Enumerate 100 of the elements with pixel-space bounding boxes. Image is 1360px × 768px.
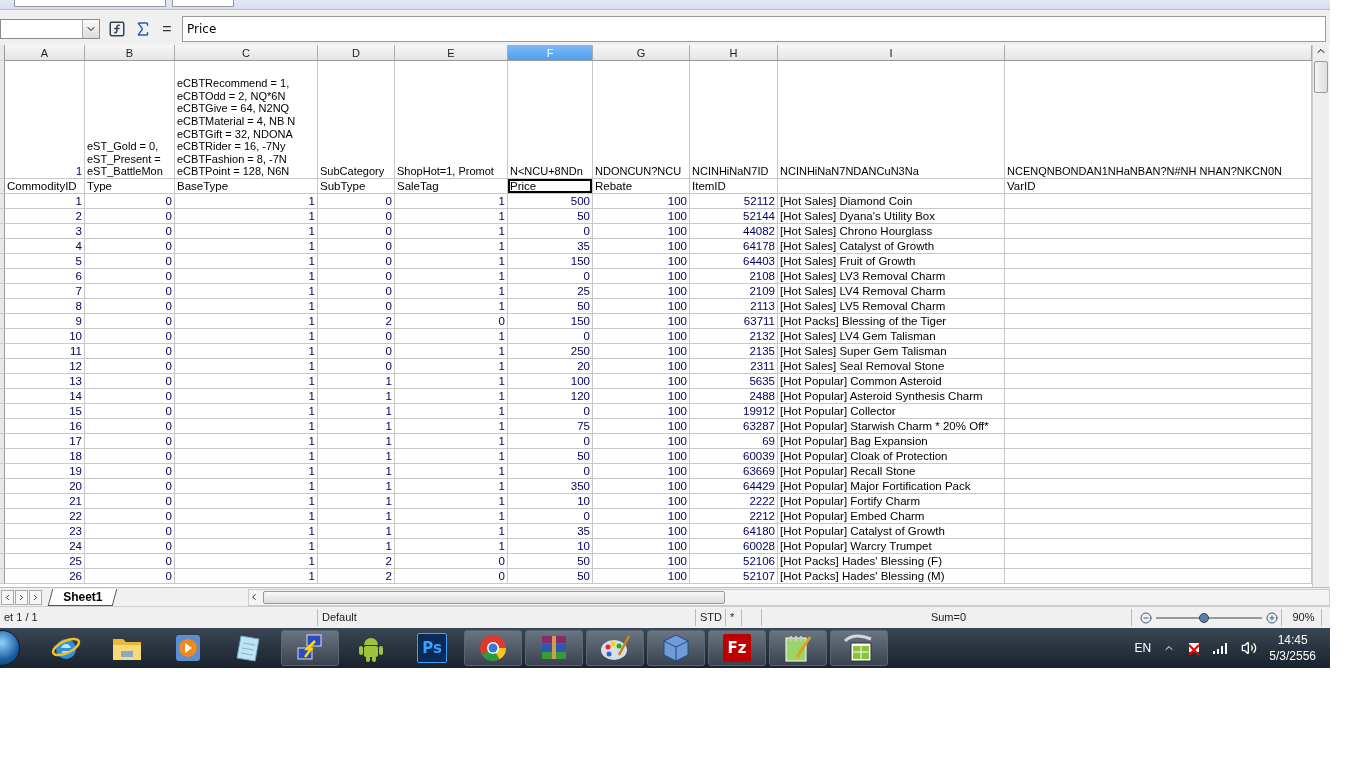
row-header[interactable] [0, 494, 5, 509]
table-cell: 1 [395, 434, 508, 449]
row-header[interactable] [0, 569, 5, 584]
row-header[interactable] [0, 224, 5, 239]
row-header[interactable] [0, 464, 5, 479]
row-header[interactable] [0, 344, 5, 359]
taskbar-button[interactable] [464, 630, 522, 666]
row-header[interactable] [0, 539, 5, 554]
table-cell: 1 [5, 61, 85, 179]
zoom-slider-thumb[interactable] [1199, 612, 1210, 623]
table-cell: 100 [593, 524, 690, 539]
table-cell: 75 [508, 419, 593, 434]
row-header[interactable] [0, 524, 5, 539]
row-header[interactable] [0, 61, 5, 179]
table-cell: [Hot Sales] LV3 Removal Charm [778, 269, 1005, 284]
table-cell: 100 [593, 419, 690, 434]
name-box[interactable] [0, 19, 100, 39]
table-cell: 15 [5, 404, 85, 419]
table-cell: 1 [175, 359, 318, 374]
row-header[interactable] [0, 434, 5, 449]
taskbar-button[interactable] [586, 630, 644, 666]
table-cell: 0 [318, 239, 395, 254]
first-sheet-button[interactable] [1, 589, 14, 605]
column-header[interactable]: I [778, 45, 1005, 61]
taskbar-button[interactable]: Ps [403, 630, 461, 666]
row-header[interactable] [0, 179, 5, 194]
toolbar-field[interactable] [14, 0, 166, 7]
equals-sign[interactable]: = [160, 20, 174, 38]
table-cell: 25 [5, 554, 85, 569]
column-header[interactable]: D [318, 45, 395, 61]
table-cell: [Hot Sales] LV5 Removal Charm [778, 299, 1005, 314]
column-header[interactable]: E [395, 45, 508, 61]
plug-icon[interactable] [1187, 640, 1202, 656]
row-header[interactable] [0, 269, 5, 284]
previous-sheet-button[interactable] [15, 589, 28, 605]
table-cell: eCBTRecommend = 1, eCBTOdd = 2, NQ*6N eCBTGive = 64, N2NQ eCBTMaterial = 4, NB N eCBTGift = 32, NDONA eCBTRider = 16, -7Ny eCBTFashion = 8, -7N eCBTPoint = 128, N6N [175, 61, 318, 179]
clock[interactable]: 14:45 5/3/2556 [1269, 632, 1316, 664]
table-cell: 0 [508, 269, 593, 284]
table-cell: 1 [175, 404, 318, 419]
row-header[interactable] [0, 329, 5, 344]
column-header[interactable]: H [690, 45, 778, 61]
corner-cell[interactable] [0, 45, 5, 61]
row-header[interactable] [0, 359, 5, 374]
table-cell: 1 [395, 254, 508, 269]
language-indicator[interactable]: EN [1134, 641, 1152, 655]
row-header[interactable] [0, 209, 5, 224]
row-header[interactable] [0, 284, 5, 299]
column-header[interactable]: G [593, 45, 690, 61]
table-cell: 16 [5, 419, 85, 434]
taskbar-button[interactable] [281, 630, 339, 666]
table-cell: 0 [85, 374, 175, 389]
row-header[interactable] [0, 404, 5, 419]
row-header[interactable] [0, 509, 5, 524]
zoom-in-icon[interactable] [1265, 611, 1278, 624]
table-cell: 1 [395, 329, 508, 344]
table-cell: [Hot Popular] Fortify Charm [778, 494, 1005, 509]
last-sheet-button[interactable] [29, 589, 42, 605]
table-cell: 1 [395, 419, 508, 434]
table-cell: 500 [508, 194, 593, 209]
row-header[interactable] [0, 239, 5, 254]
row-header[interactable] [0, 194, 5, 209]
table-cell: 64180 [690, 524, 778, 539]
row-header[interactable] [0, 374, 5, 389]
dropdown-button[interactable] [82, 20, 99, 38]
scrollbar-thumb[interactable] [1314, 61, 1328, 93]
table-cell: 0 [508, 464, 593, 479]
table-cell: 1 [395, 284, 508, 299]
table-cell: 0 [508, 224, 593, 239]
row-header[interactable] [0, 419, 5, 434]
function-wizard-icon[interactable] [108, 20, 126, 38]
column-header[interactable] [1005, 45, 1312, 61]
column-header[interactable]: A [5, 45, 85, 61]
taskbar-button[interactable]: Fz [708, 630, 766, 666]
row-header[interactable] [0, 389, 5, 404]
row-header[interactable] [0, 314, 5, 329]
volume-icon[interactable] [1241, 640, 1258, 656]
table-cell: 1 [395, 539, 508, 554]
formula-input[interactable]: Price [182, 16, 1326, 42]
sheet-tab[interactable]: Sheet1 [47, 588, 118, 606]
table-cell: 0 [85, 344, 175, 359]
table-cell: NDONCUN?NCU [593, 61, 690, 179]
signal-icon[interactable] [1213, 642, 1230, 654]
toolbar-field[interactable] [172, 0, 234, 7]
table-cell: [Hot Sales] Dyana's Utility Box [778, 209, 1005, 224]
row-header[interactable] [0, 554, 5, 569]
table-cell: 1 [318, 509, 395, 524]
column-header[interactable]: C [175, 45, 318, 61]
horizontal-scrollbar[interactable] [248, 588, 1330, 606]
row-header[interactable] [0, 449, 5, 464]
row-header[interactable] [0, 299, 5, 314]
scrollbar-thumb[interactable] [263, 590, 725, 604]
scroll-left-icon[interactable] [249, 592, 259, 602]
row-header[interactable] [0, 254, 5, 269]
row-header[interactable] [0, 479, 5, 494]
taskbar-button[interactable] [769, 630, 827, 666]
table-cell: 0 [85, 449, 175, 464]
zoom-out-icon[interactable] [1139, 611, 1152, 624]
taskbar-button[interactable] [830, 630, 888, 666]
vertical-scrollbar[interactable] [1312, 45, 1329, 587]
column-header[interactable]: B [85, 45, 175, 61]
